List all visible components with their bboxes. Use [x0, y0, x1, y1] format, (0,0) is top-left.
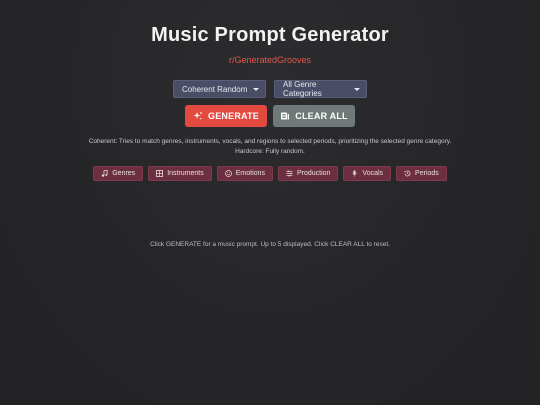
- action-row: GENERATE CLEAR ALL: [0, 105, 540, 127]
- mode-select-value: Coherent Random: [182, 84, 248, 94]
- select-row: Coherent Random All Genre Categories: [0, 80, 540, 98]
- chip-label: Vocals: [362, 170, 384, 177]
- genre-category-select[interactable]: All Genre Categories: [274, 80, 367, 98]
- microphone-icon: [351, 170, 358, 177]
- chip-genres[interactable]: Genres: [93, 166, 144, 181]
- smiley-icon: [224, 170, 232, 177]
- sliders-icon: [286, 170, 293, 177]
- instructions-text: Click GENERATE for a music prompt. Up to…: [150, 241, 390, 248]
- mode-description-line: Coherent: Tries to match genres, instrum…: [88, 138, 452, 145]
- chip-periods[interactable]: Periods: [396, 166, 447, 181]
- chip-production[interactable]: Production: [277, 166, 339, 181]
- eraser-icon: [280, 111, 290, 121]
- clear-all-button[interactable]: CLEAR ALL: [273, 105, 355, 127]
- grid-icon: [156, 170, 164, 177]
- chip-instruments[interactable]: Instruments: [148, 166, 212, 181]
- app-page: Music Prompt Generator r/GeneratedGroove…: [0, 0, 540, 405]
- chip-vocals[interactable]: Vocals: [343, 166, 392, 181]
- mode-description-line: Hardcore: Fully random.: [235, 148, 305, 155]
- chip-emotions[interactable]: Emotions: [216, 166, 273, 181]
- mode-select[interactable]: Coherent Random: [173, 80, 266, 98]
- category-chips: Genres Instruments Emotions Production V…: [0, 166, 540, 181]
- mode-description: Coherent: Tries to match genres, instrum…: [0, 137, 540, 157]
- generate-button[interactable]: GENERATE: [185, 105, 267, 127]
- subreddit-link[interactable]: r/GeneratedGrooves: [0, 55, 540, 65]
- sparkle-icon: [193, 111, 203, 121]
- history-icon: [404, 170, 411, 177]
- clear-all-label: CLEAR ALL: [295, 111, 348, 121]
- music-note-icon: [101, 170, 108, 177]
- chip-label: Periods: [415, 170, 439, 177]
- chip-label: Emotions: [235, 170, 265, 177]
- chip-label: Production: [296, 170, 331, 177]
- chip-label: Instruments: [167, 170, 204, 177]
- genre-select-value: All Genre Categories: [283, 80, 322, 98]
- chip-label: Genres: [112, 170, 136, 177]
- chevron-down-icon: [253, 87, 259, 91]
- page-title: Music Prompt Generator: [151, 24, 389, 46]
- generate-label: GENERATE: [208, 111, 259, 121]
- chevron-down-icon: [354, 87, 360, 91]
